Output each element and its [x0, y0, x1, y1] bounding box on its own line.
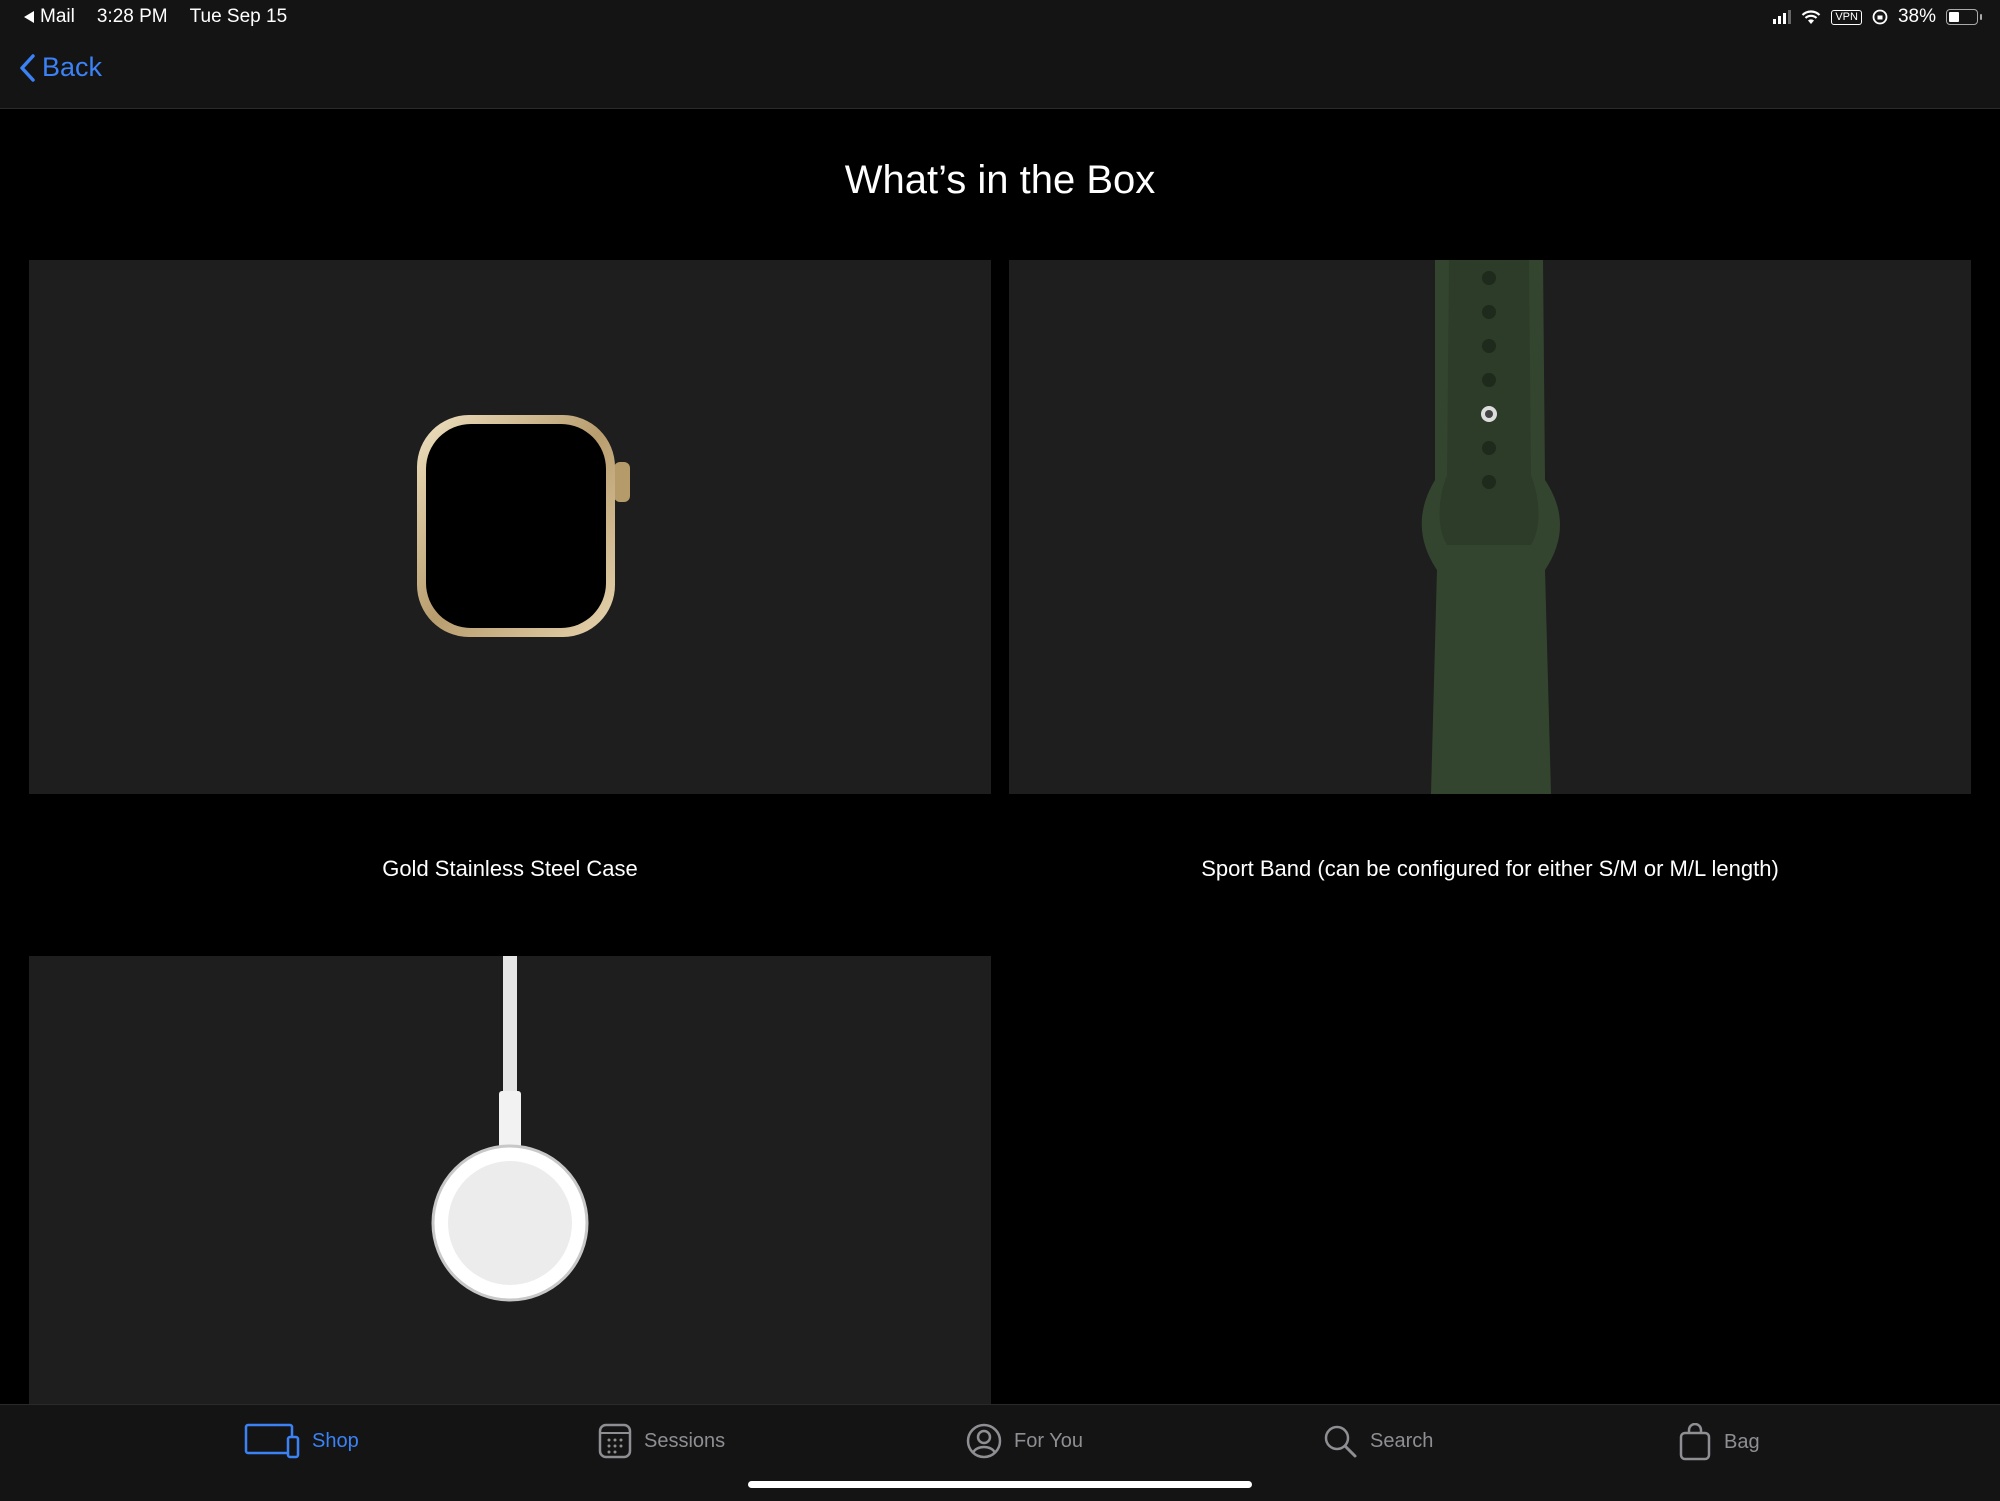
orientation-lock-icon [1872, 9, 1888, 25]
gold-watch-case-image [417, 415, 630, 637]
bag-icon [1679, 1423, 1711, 1461]
person-circle-icon [966, 1423, 1002, 1459]
back-triangle-icon [24, 11, 34, 23]
magnetic-charger-image [431, 956, 589, 1302]
item-card-sport-band [1009, 260, 1971, 794]
status-left: Mail 3:28 PM Tue Sep 15 [24, 6, 287, 28]
tab-shop[interactable]: Shop [244, 1423, 359, 1459]
back-button-label: Back [42, 52, 103, 82]
battery-percent: 38% [1897, 6, 1936, 27]
nav-bar: Back [0, 36, 2000, 109]
devices-icon [244, 1423, 300, 1459]
back-button[interactable]: Back [18, 52, 102, 83]
item-caption: Sport Band (can be configured for either… [1201, 856, 1779, 881]
tab-label: Sessions [644, 1429, 726, 1452]
status-date: Tue Sep 15 [189, 6, 288, 27]
search-icon [1324, 1425, 1357, 1458]
cellular-signal-icon [1773, 10, 1792, 24]
wifi-icon [1802, 9, 1821, 24]
tab-sessions[interactable]: Sessions [598, 1423, 725, 1459]
item-card-charger [29, 956, 991, 1406]
chevron-left-icon [20, 53, 35, 82]
battery-fill [1949, 12, 1959, 22]
back-app-label: Mail [40, 6, 75, 27]
tab-for-you[interactable]: For You [966, 1423, 1083, 1459]
status-bar: Mail 3:28 PM Tue Sep 15 VPN 38% [0, 0, 2000, 36]
tab-label: Shop [312, 1429, 359, 1452]
tab-label: Search [1370, 1429, 1434, 1452]
tab-search[interactable]: Search [1322, 1423, 1433, 1459]
tab-label: Bag [1724, 1430, 1760, 1453]
vpn-badge: VPN [1831, 9, 1862, 25]
green-sport-band-image [1421, 260, 1560, 794]
status-time: 3:28 PM [96, 6, 168, 27]
status-right: VPN 38% [1773, 6, 1982, 28]
tab-label: For You [1014, 1429, 1083, 1452]
home-indicator[interactable] [748, 1481, 1252, 1488]
battery-icon [1946, 9, 1982, 25]
tab-bag[interactable]: Bag [1678, 1423, 1760, 1461]
item-card-watch-case [29, 260, 991, 794]
page-title: What’s in the Box [844, 158, 1156, 202]
calendar-icon [598, 1423, 632, 1459]
back-to-app[interactable]: Mail [24, 6, 75, 28]
item-caption: Gold Stainless Steel Case [382, 856, 638, 881]
